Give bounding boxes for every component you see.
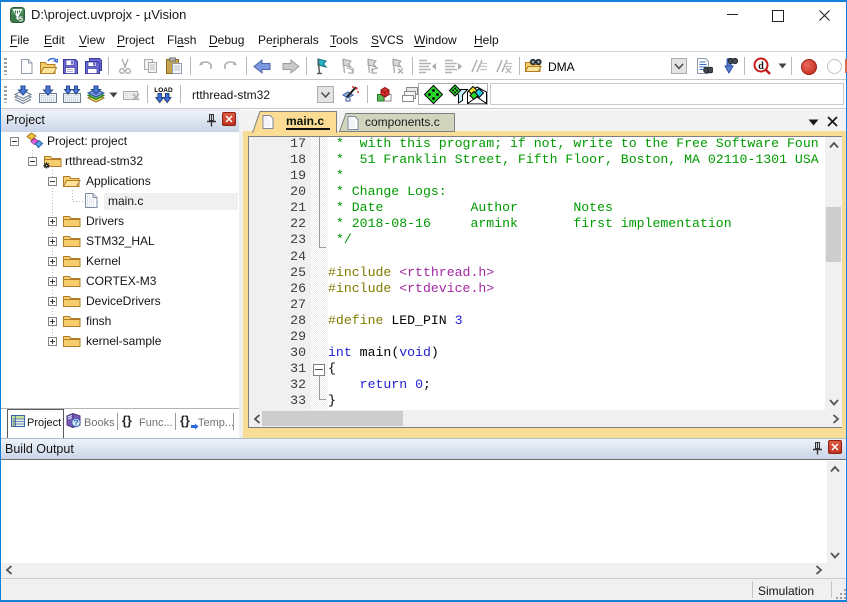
svg-text:?: ? [73,418,78,428]
svg-text:d: d [758,61,764,72]
svg-text:5: 5 [19,15,23,24]
svg-text:LOAD: LOAD [154,87,173,94]
